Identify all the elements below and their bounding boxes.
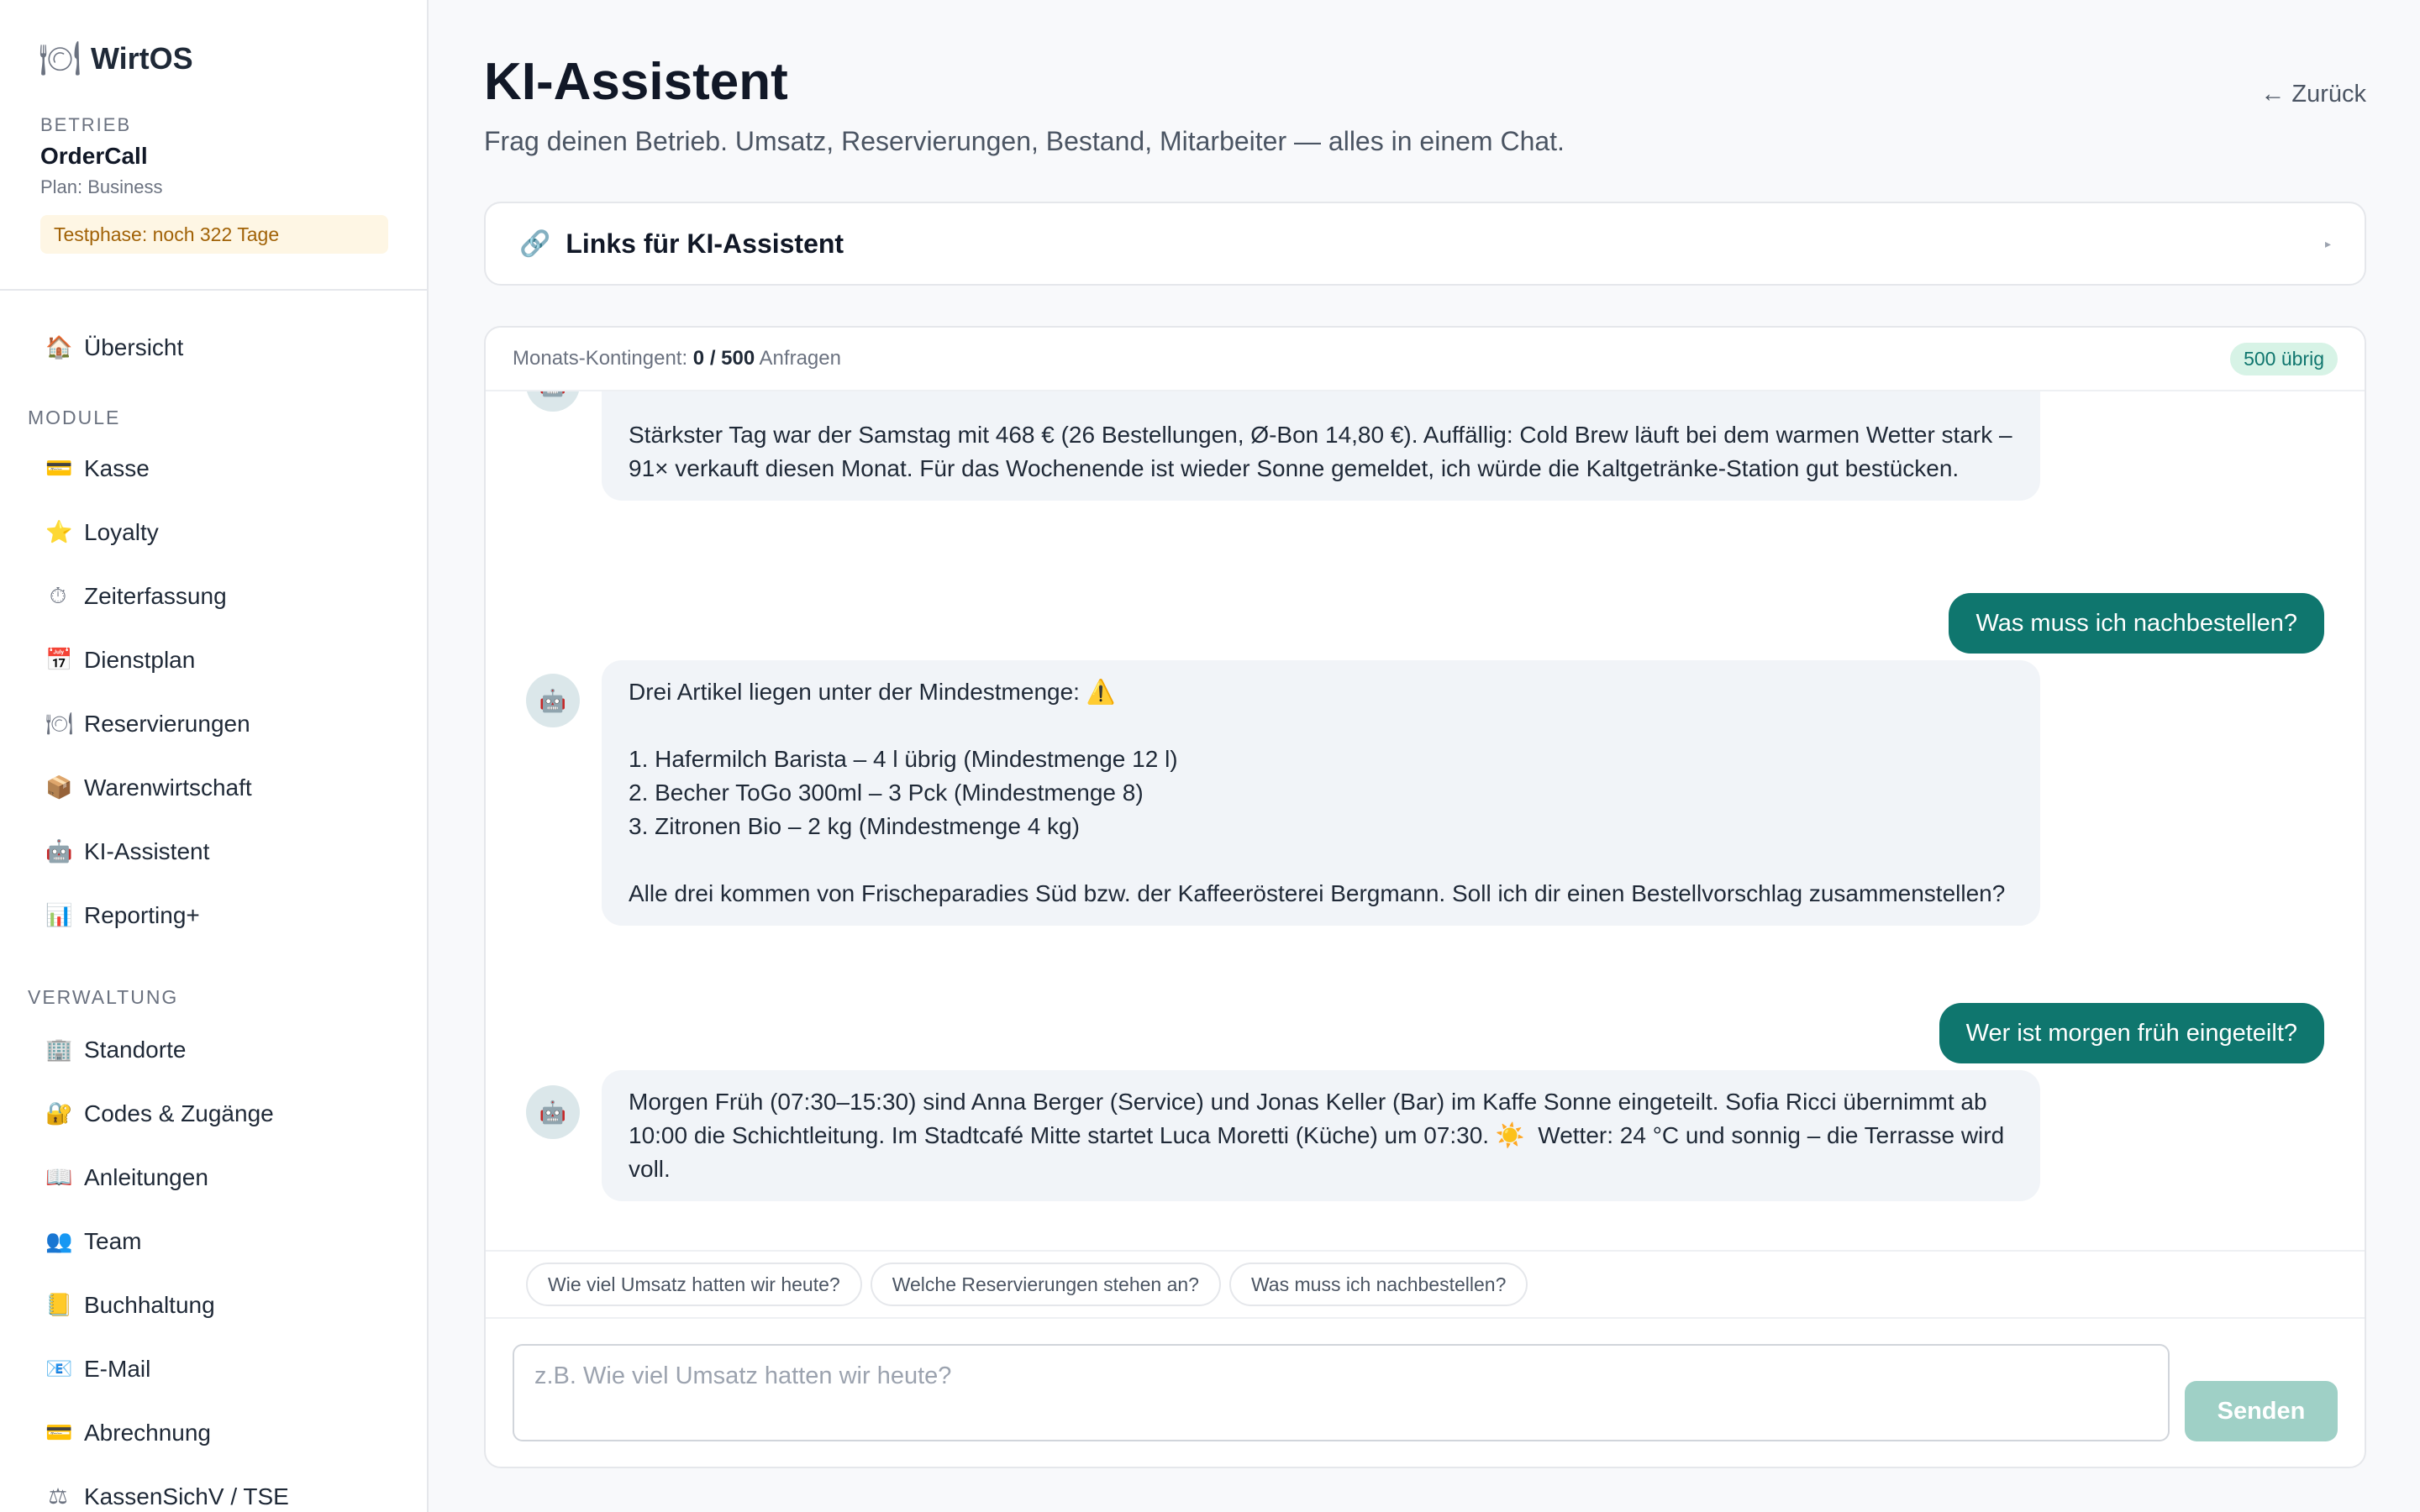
links-panel-toggle[interactable]: 🔗 Links für KI-Assistent ▸ xyxy=(484,202,2366,286)
sidebar-item-label: Warenwirtschaft xyxy=(84,774,252,801)
bar-chart-icon: 📊 xyxy=(45,903,73,928)
sidebar-item-label: Übersicht xyxy=(84,334,184,360)
quota-used: 0 / 500 xyxy=(692,347,755,370)
sidebar-item-loyalty[interactable]: ⭐ Loyalty xyxy=(45,507,159,558)
sidebar-item-label: Loyalty xyxy=(84,519,159,545)
brand[interactable]: 🍽 WirtOS xyxy=(39,39,193,78)
send-button[interactable]: Senden xyxy=(2185,1381,2338,1441)
mail-icon: 📧 xyxy=(45,1357,73,1382)
assistant-message: Drei Artikel liegen unter der Mindestmen… xyxy=(602,660,2040,926)
sidebar-item-kassensichv[interactable]: ⚖ KassenSichV / TSE xyxy=(45,1472,289,1512)
sidebar-item-label: KI-Assistent xyxy=(84,838,210,864)
sidebar-item-anleitungen[interactable]: 📖 Anleitungen xyxy=(45,1152,208,1203)
robot-icon: 🤖 xyxy=(526,674,580,727)
section-label-verwaltung: Verwaltung xyxy=(28,986,179,1008)
quota-text: Monats-Kontingent: 0 / 500 Anfragen xyxy=(513,347,2230,370)
sidebar-item-label: Kasse xyxy=(84,455,150,481)
sidebar-item-label: Zeiterfassung xyxy=(84,583,227,609)
sidebar-item-label: Anleitungen xyxy=(84,1164,208,1190)
sidebar-item-overview[interactable]: 🏠 Übersicht xyxy=(45,323,183,373)
message-text: Morgen Früh (07:30–15:30) sind Anna Berg… xyxy=(629,1089,2011,1182)
message-text: Wer ist morgen früh eingeteilt? xyxy=(1965,1019,2297,1047)
chat-panel: Monats-Kontingent: 0 / 500 Anfragen 500 … xyxy=(484,326,2366,1468)
business-info: Betrieb OrderCall Plan: Business xyxy=(40,114,163,198)
plate-icon: 🍽 xyxy=(39,40,82,77)
app-name: WirtOS xyxy=(91,40,193,76)
business-label: Betrieb xyxy=(40,114,132,135)
quota-label: Monats-Kontingent: xyxy=(513,347,688,370)
star-icon: ⭐ xyxy=(45,520,73,545)
sidebar: 🍽 WirtOS Betrieb OrderCall Plan: Busines… xyxy=(0,0,429,1512)
people-icon: 👥 xyxy=(45,1229,73,1254)
main-content: KI-Assistent Frag deinen Betrieb. Umsatz… xyxy=(429,0,2420,1512)
book-icon: 📖 xyxy=(45,1165,73,1190)
page-title: KI-Assistent xyxy=(484,53,788,111)
suggestion-chip[interactable]: Was muss ich nachbestellen? xyxy=(1228,1263,1528,1306)
robot-icon: 🤖 xyxy=(526,391,580,412)
sidebar-item-label: Dienstplan xyxy=(84,647,196,673)
user-message: Wer ist morgen früh eingeteilt? xyxy=(1939,1003,2324,1063)
sidebar-item-reservierungen[interactable]: 🍽 Reservierungen xyxy=(45,699,250,749)
business-name: OrderCall xyxy=(40,143,148,169)
link-icon: 🔗 xyxy=(519,229,551,258)
sidebar-item-label: Codes & Zugänge xyxy=(84,1100,274,1126)
building-icon: 🏢 xyxy=(45,1037,73,1063)
message-input[interactable] xyxy=(513,1344,2170,1441)
suggestion-chip[interactable]: Wie viel Umsatz hatten wir heute? xyxy=(526,1263,862,1306)
trial-badge: Testphase: noch 322 Tage xyxy=(40,215,388,254)
links-panel-title: Links für KI-Assistent xyxy=(566,228,844,259)
scales-icon: ⚖ xyxy=(48,1484,68,1509)
quota-unit: Anfragen xyxy=(759,347,841,370)
ledger-icon: 📒 xyxy=(45,1293,73,1318)
message-text: Drei Artikel liegen unter der Mindestmen… xyxy=(629,679,2006,906)
credit-card-icon: 💳 xyxy=(45,456,73,481)
sidebar-item-team[interactable]: 👥 Team xyxy=(45,1216,141,1267)
sidebar-item-label: E-Mail xyxy=(84,1356,151,1382)
sidebar-item-ki-assistent[interactable]: 🤖 KI-Assistent xyxy=(45,827,209,877)
sidebar-item-zeiterfassung[interactable]: ⏱ Zeiterfassung xyxy=(45,571,227,622)
suggestion-chip[interactable]: Welche Reservierungen stehen an? xyxy=(870,1263,1221,1306)
sidebar-item-buchhaltung[interactable]: 📒 Buchhaltung xyxy=(45,1280,215,1331)
chevron-right-icon: ▸ xyxy=(2324,236,2331,250)
stopwatch-icon: ⏱ xyxy=(49,583,67,609)
suggestion-chips: Wie viel Umsatz hatten wir heute? Welche… xyxy=(486,1250,2365,1319)
lock-icon: 🔐 xyxy=(45,1101,73,1126)
assistant-message: Morgen Früh (07:30–15:30) sind Anna Berg… xyxy=(602,1070,2040,1201)
sidebar-item-label: Team xyxy=(84,1228,142,1254)
sidebar-item-standorte[interactable]: 🏢 Standorte xyxy=(45,1025,186,1075)
quota-bar: Monats-Kontingent: 0 / 500 Anfragen 500 … xyxy=(486,328,2365,391)
back-link[interactable]: ← Zurück xyxy=(2260,81,2366,108)
page-subtitle: Frag deinen Betrieb. Umsatz, Reservierun… xyxy=(484,126,1565,156)
sidebar-item-warenwirtschaft[interactable]: 📦 Warenwirtschaft xyxy=(45,763,252,813)
sidebar-item-dienstplan[interactable]: 📅 Dienstplan xyxy=(45,635,195,685)
calendar-icon: 📅 xyxy=(45,648,73,673)
sidebar-item-abrechnung[interactable]: 💳 Abrechnung xyxy=(45,1408,211,1458)
home-icon: 🏠 xyxy=(45,335,73,360)
message-text: Was muss ich nachbestellen? xyxy=(1975,609,2297,637)
sidebar-item-label: Reporting+ xyxy=(84,902,200,928)
robot-icon: 🤖 xyxy=(526,1085,580,1139)
assistant-message: Diese Woche stehst du bei 2.112 € – das … xyxy=(602,391,2040,501)
plate-icon: 🍽 xyxy=(45,711,74,737)
sidebar-item-label: Abrechnung xyxy=(84,1420,212,1446)
user-message: Was muss ich nachbestellen? xyxy=(1949,593,2324,654)
sidebar-divider xyxy=(0,289,427,291)
credit-card-icon: 💳 xyxy=(45,1420,73,1446)
sidebar-item-label: Buchhaltung xyxy=(84,1292,215,1318)
sidebar-item-label: KassenSichV / TSE xyxy=(84,1483,289,1509)
sidebar-item-codes[interactable]: 🔐 Codes & Zugänge xyxy=(45,1089,274,1139)
package-icon: 📦 xyxy=(45,775,73,801)
robot-icon: 🤖 xyxy=(45,839,73,864)
sidebar-item-reporting[interactable]: 📊 Reporting+ xyxy=(45,890,200,941)
sidebar-item-label: Reservierungen xyxy=(84,711,250,737)
plan-label: Plan: Business xyxy=(40,176,163,197)
section-label-modules: Module xyxy=(28,407,121,428)
message-text: Diese Woche stehst du bei 2.112 € – das … xyxy=(629,422,2012,481)
sidebar-item-kasse[interactable]: 💳 Kasse xyxy=(45,444,150,494)
sidebar-item-label: Standorte xyxy=(84,1037,187,1063)
quota-remaining-badge: 500 übrig xyxy=(2230,342,2338,375)
sidebar-item-email[interactable]: 📧 E-Mail xyxy=(45,1344,150,1394)
